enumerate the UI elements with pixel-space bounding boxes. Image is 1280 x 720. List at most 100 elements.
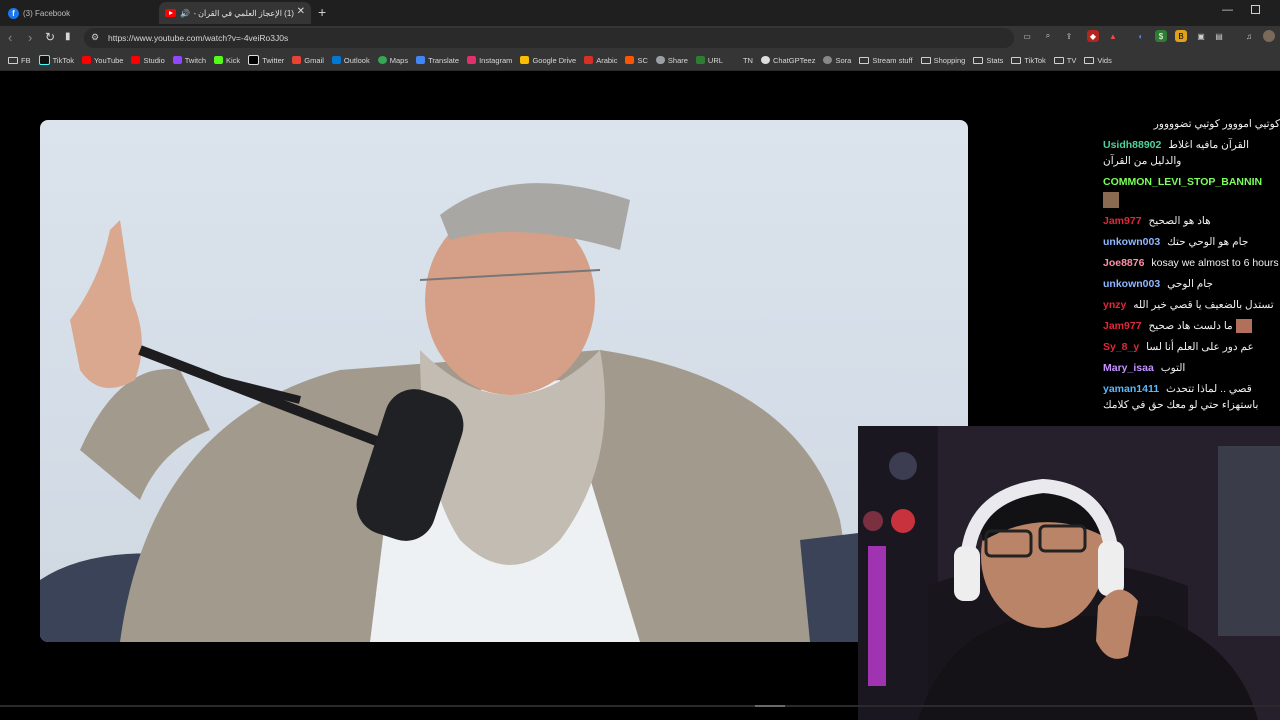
chat-username[interactable]: unkown003	[1103, 278, 1160, 290]
chat-username[interactable]: yaman1411	[1103, 383, 1159, 395]
bookmark-vids[interactable]: Vids	[1084, 56, 1112, 65]
bookmark-drive[interactable]: Google Drive	[520, 56, 576, 65]
back-button[interactable]: ‹	[8, 30, 12, 45]
bookmark-label: TikTok	[52, 55, 74, 65]
bookmark-tiktok-folder[interactable]: TikTok	[1011, 55, 1046, 65]
bookmark-stats[interactable]: Stats	[973, 56, 1003, 65]
tab-youtube[interactable]: 🔊 (1) الإعجاز العلمي في القرآن - ... ✕	[159, 2, 311, 24]
bookmark-arabic[interactable]: Arabic	[584, 56, 617, 65]
forward-button[interactable]: ›	[28, 30, 32, 45]
bookmark-label: TV	[1066, 55, 1077, 65]
folder-icon	[8, 56, 18, 64]
bookmark-tv[interactable]: TV	[1053, 55, 1077, 65]
bookmark-maps[interactable]: Maps	[377, 56, 408, 65]
video-player[interactable]	[40, 120, 968, 642]
chat-username[interactable]: Sy_8_y	[1103, 341, 1139, 353]
tiktok-icon	[38, 55, 50, 65]
chat-username[interactable]: Jam977	[1103, 320, 1142, 332]
chat-text: جام الوحي	[1167, 278, 1214, 290]
chat-username[interactable]: ynzy	[1103, 299, 1126, 311]
bookmark-stream-stuff[interactable]: Stream stuff	[859, 55, 913, 65]
chat-text: التوب	[1160, 362, 1186, 374]
folder-icon	[973, 56, 984, 64]
chat-username[interactable]: COMMON_LEVI_STOP_BANNIN	[1103, 176, 1262, 188]
extension-triangle-icon[interactable]: ▲	[1107, 30, 1119, 42]
arabic-icon	[584, 56, 594, 64]
bookmark-shopping[interactable]: Shopping	[920, 56, 965, 65]
bookmark-youtube[interactable]: YouTube	[81, 55, 124, 65]
bookmark-gmail[interactable]: Gmail	[292, 56, 324, 65]
speaker-icon[interactable]: 🔊	[180, 9, 190, 18]
folder-icon	[1084, 56, 1095, 64]
extension-wave-icon[interactable]: ◖	[1134, 30, 1146, 42]
extensions-icon[interactable]: ▤	[1213, 30, 1225, 42]
profile-avatar[interactable]	[1263, 30, 1275, 42]
bookmark-studio[interactable]: Studio	[131, 56, 165, 65]
bookmark-kick[interactable]: Kick	[214, 56, 240, 65]
bookmark-label: ChatGPTeez	[772, 55, 816, 65]
extension-green-icon[interactable]: $	[1155, 30, 1167, 42]
bookmark-label: Stream stuff	[872, 55, 913, 65]
bookmark-twitter[interactable]: Twitter	[248, 55, 284, 65]
reload-button[interactable]: ↻	[45, 30, 55, 44]
bookmark-tn[interactable]: TN	[730, 55, 753, 65]
bookmark-translate[interactable]: Translate	[416, 56, 459, 65]
sora-icon	[823, 56, 833, 64]
site-info-icon[interactable]: ⚙	[91, 32, 99, 43]
extension-yellow-icon[interactable]: B	[1175, 30, 1187, 42]
scroll-thumb[interactable]	[755, 705, 785, 707]
restore-button[interactable]	[1251, 5, 1260, 14]
folder-icon	[1011, 56, 1022, 64]
chat-username[interactable]: Mary_isaa	[1103, 362, 1154, 374]
chat-username[interactable]: Joe8876	[1103, 257, 1144, 269]
bookmark-label: YouTube	[93, 55, 124, 65]
chat-username[interactable]: Usidh88902	[1103, 139, 1161, 151]
bookmark-icon[interactable]: ▮	[65, 31, 71, 42]
tab-facebook[interactable]: f (3) Facebook	[0, 2, 155, 24]
share-icon[interactable]: ⇪	[1063, 30, 1075, 42]
address-bar[interactable]: ⚙ https://www.youtube.com/watch?v=-4veiR…	[84, 28, 1014, 48]
chat-username[interactable]: Jam977	[1103, 215, 1142, 227]
bookmarks-bar: FB TikTok YouTube Studio Twitch Kick Twi…	[0, 50, 1280, 71]
folder-icon	[920, 56, 931, 64]
chat-message: unkown003 جام الوحي	[1103, 276, 1280, 292]
cast-icon[interactable]: ▭	[1021, 30, 1033, 42]
bookmark-url[interactable]: URL	[695, 56, 723, 65]
tab-title: (1) الإعجاز العلمي في القرآن - ...	[193, 8, 294, 18]
page-scrollbar[interactable]	[0, 705, 1280, 707]
new-tab-button[interactable]: +	[318, 4, 326, 20]
close-icon[interactable]: ✕	[297, 6, 305, 17]
live-chat: كوتيي امووور كوتيي تضوووور Usidh88902 ال…	[1103, 116, 1280, 418]
chat-message: unkown003 جام هو الوحي حتك	[1103, 234, 1280, 250]
extension-shield-icon[interactable]: ◆	[1087, 30, 1099, 42]
outlook-icon	[331, 56, 341, 64]
tab-strip: f (3) Facebook 🔊 (1) الإعجاز العلمي في ا…	[0, 0, 1280, 26]
bookmark-label: Google Drive	[532, 55, 577, 65]
zoom-icon[interactable]: ⌕	[1042, 30, 1054, 42]
minimize-button[interactable]: —	[1222, 4, 1233, 16]
url-icon	[695, 56, 705, 64]
media-icon[interactable]: ♫	[1243, 30, 1255, 42]
bookmark-label: TikTok	[1024, 55, 1046, 65]
emote-icon	[1235, 319, 1252, 334]
maps-icon	[377, 56, 387, 64]
cloud-icon	[655, 56, 665, 64]
bookmark-tiktok[interactable]: TikTok	[38, 55, 74, 65]
bookmark-sora[interactable]: Sora	[823, 56, 851, 65]
chat-message: Mary_isaa التوب	[1103, 360, 1280, 376]
extension-box-icon[interactable]: ▣	[1195, 30, 1207, 42]
bookmark-share[interactable]: Share	[655, 56, 688, 65]
bookmark-outlook[interactable]: Outlook	[331, 56, 370, 65]
x-icon	[248, 55, 260, 65]
tab-title: (3) Facebook	[23, 8, 71, 18]
folder-icon	[1053, 56, 1064, 64]
bookmark-fb[interactable]: FB	[8, 56, 31, 65]
webcam-frame	[858, 426, 1280, 720]
bookmark-chatgpteez[interactable]: ChatGPTeez	[760, 55, 816, 65]
bookmark-sc[interactable]: SC	[625, 56, 648, 65]
bookmark-twitch[interactable]: Twitch	[172, 56, 206, 65]
youtube-icon	[81, 56, 91, 64]
bookmark-instagram[interactable]: Instagram	[467, 56, 512, 65]
bookmark-label: TN	[742, 55, 753, 65]
chat-username[interactable]: unkown003	[1103, 236, 1160, 248]
